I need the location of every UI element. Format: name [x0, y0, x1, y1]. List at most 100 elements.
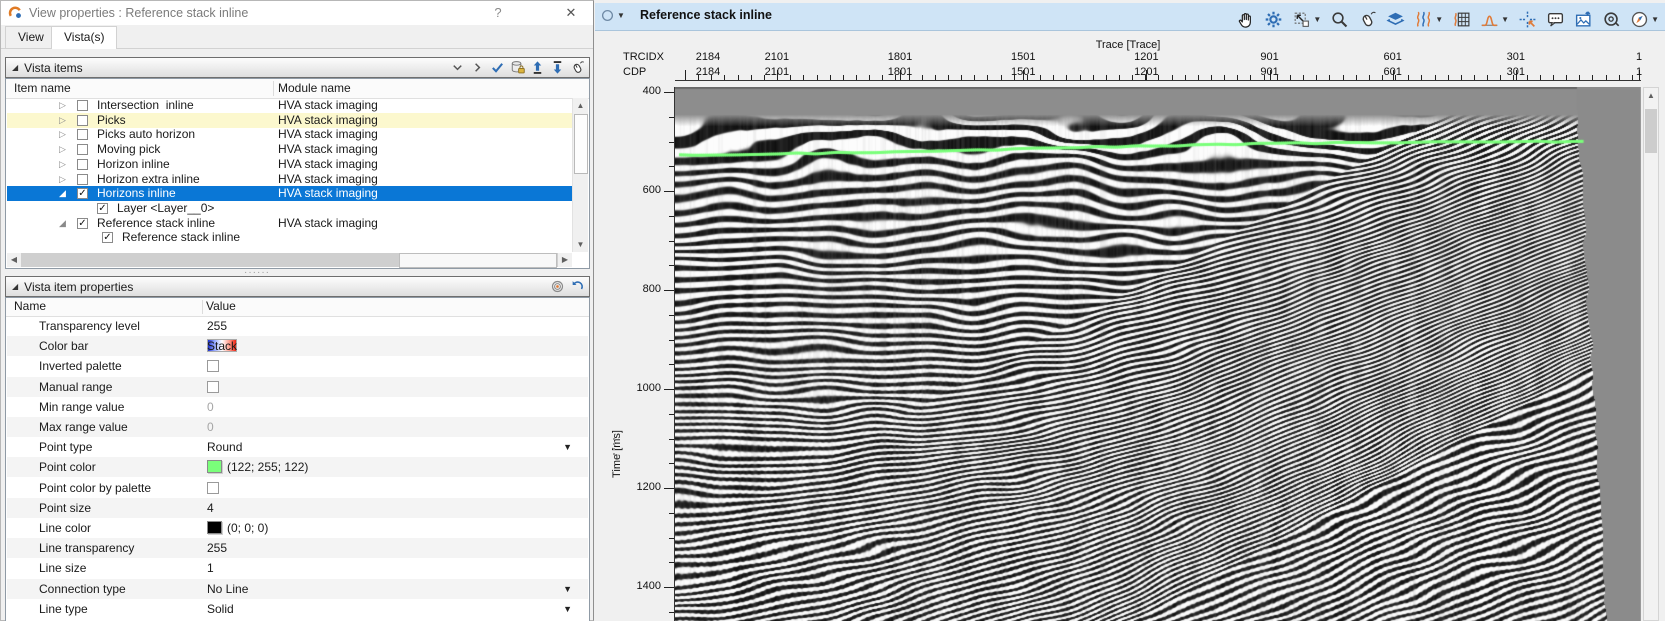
item-checkbox[interactable] — [77, 129, 88, 141]
property-row[interactable]: Connection type No Line ▼ — [7, 578, 588, 599]
tree-row[interactable]: ▷ Picks auto horizon HVA stack imaging — [7, 127, 574, 142]
collapse-arrow-icon[interactable]: ◢ — [59, 216, 66, 231]
wiggle-display-icon[interactable]: ▼ — [1414, 10, 1443, 29]
panel-splitter-handle[interactable] — [613, 438, 615, 440]
viewer-vertical-scrollbar[interactable]: ▲ — [1643, 87, 1659, 621]
column-divider[interactable] — [273, 81, 274, 96]
scroll-up-button[interactable]: ▲ — [573, 98, 588, 113]
property-row[interactable]: Line type Solid ▼ — [7, 599, 588, 619]
tree-horizontal-scrollbar[interactable]: ◀ ▶ — [7, 253, 572, 268]
expand-arrow-icon[interactable]: ▷ — [59, 98, 66, 113]
expand-arrow-icon[interactable]: ▷ — [59, 157, 66, 172]
scroll-thumb[interactable] — [1645, 109, 1657, 153]
tree-row[interactable]: ◢ ✓ Horizons inline HVA stack imaging — [7, 186, 574, 202]
color-swatch[interactable] — [207, 460, 222, 474]
tree-row[interactable]: ▷ Horizon inline HVA stack imaging — [7, 157, 574, 172]
move-down-icon[interactable] — [549, 60, 566, 76]
target-icon[interactable] — [549, 279, 566, 295]
item-checkbox[interactable] — [77, 114, 88, 126]
scroll-down-button[interactable]: ▼ — [573, 237, 588, 252]
item-checkbox[interactable] — [77, 100, 88, 111]
column-value[interactable]: Value — [206, 299, 236, 313]
dropdown-caret-icon[interactable]: ▼ — [563, 579, 572, 599]
property-row[interactable]: Manual range — [7, 376, 588, 397]
property-row[interactable]: Point type Round ▼ — [7, 437, 588, 457]
scroll-left-button[interactable]: ◀ — [7, 253, 21, 267]
tree-row[interactable]: ▷ Moving pick HVA stack imaging — [7, 142, 574, 157]
tree-column-header[interactable]: Item name Module name — [6, 79, 589, 99]
pan-hand-icon[interactable] — [1236, 10, 1255, 29]
column-divider[interactable] — [202, 300, 203, 314]
apply-check-icon[interactable] — [489, 60, 506, 76]
column-module-name[interactable]: Module name — [278, 81, 351, 95]
mouse-mode-icon[interactable] — [569, 60, 586, 76]
property-row[interactable]: Line color (0; 0; 0) — [7, 518, 588, 538]
expand-arrow-icon[interactable]: ▷ — [59, 172, 66, 187]
gear-icon[interactable] — [1264, 10, 1283, 29]
item-checkbox[interactable] — [77, 144, 88, 156]
property-row[interactable]: Inverted palette — [7, 356, 588, 376]
dropdown-caret-icon[interactable]: ▼ — [563, 437, 572, 457]
property-value[interactable]: Round — [207, 437, 242, 457]
undo-icon[interactable] — [569, 279, 586, 295]
item-checkbox[interactable]: ✓ — [77, 188, 88, 200]
property-value[interactable]: No Line — [207, 579, 248, 599]
vista-item-properties-header[interactable]: ◢ Vista item properties — [5, 276, 590, 297]
property-row[interactable]: Min range value 0 — [7, 397, 588, 417]
comment-icon[interactable] — [1546, 10, 1565, 29]
scroll-up-button[interactable]: ▲ — [1644, 88, 1658, 103]
record-icon[interactable] — [1602, 10, 1621, 29]
help-button[interactable]: ? — [489, 4, 507, 22]
tree-row[interactable]: ▷ Intersection inline HVA stack imaging — [7, 98, 574, 113]
property-row[interactable]: Point color (122; 255; 122) — [7, 457, 588, 478]
grid-wiggle-icon[interactable] — [1452, 10, 1471, 29]
compass-icon[interactable]: ▼ — [1630, 10, 1659, 29]
column-name[interactable]: Name — [14, 299, 46, 313]
properties-column-header[interactable]: Name Value — [6, 298, 589, 317]
item-checkbox[interactable]: ✓ — [97, 202, 108, 214]
magnifier-icon[interactable] — [1330, 10, 1349, 29]
close-button[interactable]: ✕ — [561, 4, 581, 22]
move-up-icon[interactable] — [529, 60, 546, 76]
property-row[interactable]: Point size 4 — [7, 497, 588, 518]
property-checkbox[interactable] — [207, 481, 219, 494]
item-checkbox[interactable]: ✓ — [77, 217, 88, 229]
item-checkbox[interactable]: ✓ — [102, 232, 113, 244]
panel-menu-icon[interactable]: ▼ — [600, 8, 625, 23]
property-row[interactable]: Line size 1 — [7, 558, 588, 578]
scroll-thumb[interactable] — [399, 253, 557, 268]
tree-row[interactable]: ◢ ✓ Reference stack inline HVA stack imagin… — [7, 216, 574, 231]
scroll-thumb[interactable] — [574, 114, 588, 174]
tree-vertical-scrollbar[interactable]: ▲ ▼ — [572, 98, 588, 252]
crosshair-pick-icon[interactable] — [1518, 10, 1537, 29]
database-lock-icon[interactable] — [509, 60, 526, 76]
property-row[interactable]: Line transparency 255 — [7, 538, 588, 559]
tree-row[interactable]: ✓ Reference stack inline — [7, 230, 574, 245]
chevron-right-icon[interactable] — [469, 60, 486, 76]
property-row[interactable]: Transparency level 255 — [7, 316, 588, 336]
property-value[interactable]: Solid — [207, 599, 234, 619]
tree-row[interactable]: ▷ Picks HVA stack imaging — [7, 112, 574, 128]
scroll-right-button[interactable]: ▶ — [558, 253, 572, 267]
fit-view-icon[interactable]: ▼ — [1292, 10, 1321, 29]
property-row[interactable]: Max range value 0 — [7, 417, 588, 437]
color-swatch[interactable] — [207, 521, 222, 534]
collapse-arrow-icon[interactable]: ◢ — [59, 186, 66, 201]
vista-items-header[interactable]: ◢ Vista items — [5, 57, 590, 78]
property-checkbox[interactable] — [207, 380, 219, 393]
expand-arrow-icon[interactable]: ▷ — [59, 142, 66, 157]
layers-icon[interactable] — [1386, 10, 1405, 29]
mouse-mode-icon[interactable] — [1358, 10, 1377, 29]
tab-vistas[interactable]: Vista(s) — [51, 26, 118, 49]
dropdown-caret-icon[interactable]: ▼ — [1313, 15, 1321, 24]
tree-row[interactable]: ▷ Horizon extra inline HVA stack imaging — [7, 172, 574, 187]
property-row[interactable]: Point color by palette — [7, 478, 588, 498]
histogram-icon[interactable]: ▼ — [1480, 10, 1509, 29]
column-item-name[interactable]: Item name — [14, 81, 71, 95]
item-checkbox[interactable] — [77, 173, 88, 185]
tree-row[interactable]: ✓ Layer <Layer__0> — [7, 201, 574, 216]
expand-arrow-icon[interactable]: ▷ — [59, 127, 66, 142]
chevron-down-icon[interactable] — [449, 60, 466, 76]
image-export-icon[interactable] — [1574, 10, 1593, 29]
dropdown-caret-icon[interactable]: ▼ — [1501, 15, 1509, 24]
